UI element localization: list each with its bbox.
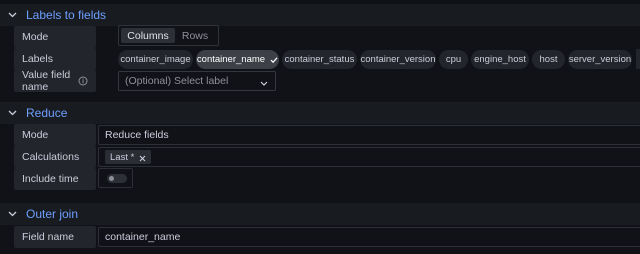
label-chip-host[interactable]: host	[532, 50, 565, 69]
reduce-mode-select[interactable]: Reduce fields	[98, 125, 640, 145]
value-field-label: Value field name	[14, 69, 96, 93]
section-title: Outer join	[26, 207, 79, 221]
chip-label: container_name	[196, 54, 266, 65]
chevron-down-icon	[7, 108, 17, 118]
chevron-down-icon	[7, 209, 17, 219]
field-name-select[interactable]: container_name	[98, 227, 640, 247]
labels-label: Labels	[14, 48, 96, 70]
include-time-switch-wrapper	[98, 168, 133, 188]
switch-knob	[109, 176, 114, 181]
include-time-row: Include time	[0, 168, 640, 190]
value-field-row: Value field name	[0, 69, 640, 93]
section-labels-to-fields-header[interactable]: Labels to fields	[0, 4, 640, 26]
mode-option-columns[interactable]: Columns	[121, 28, 175, 43]
chip-scroll-edge	[636, 49, 640, 69]
info-circle-icon[interactable]	[78, 76, 88, 86]
close-icon[interactable]	[139, 154, 146, 161]
include-time-switch[interactable]	[107, 174, 127, 183]
calculation-tag: Last *	[105, 150, 152, 164]
section-outer-join-header[interactable]: Outer join	[0, 203, 640, 225]
caret-down-icon	[260, 78, 268, 86]
value-field-placeholder: (Optional) Select label	[125, 75, 229, 87]
reduce-mode-label: Mode	[14, 124, 96, 146]
label-chip-server-version[interactable]: server_version	[568, 50, 632, 69]
mode-row: Mode Columns Rows	[0, 25, 640, 48]
section-title: Labels to fields	[26, 8, 107, 22]
label-chip-container-name[interactable]: container_name	[196, 50, 279, 69]
mode-label: Mode	[14, 26, 96, 48]
calculations-input[interactable]: Last *	[98, 147, 640, 167]
calculations-label: Calculations	[14, 146, 96, 168]
mode-option-rows[interactable]: Rows	[175, 28, 215, 43]
mode-radio-group: Columns Rows	[118, 25, 219, 46]
label-chip-container-version[interactable]: container_version	[360, 50, 436, 69]
calculation-tag-label: Last *	[110, 151, 135, 163]
section-title: Reduce	[26, 106, 68, 120]
chevron-down-icon	[7, 10, 17, 20]
section-reduce-header[interactable]: Reduce	[0, 102, 640, 124]
field-name-label: Field name	[14, 226, 96, 248]
value-field-select[interactable]: (Optional) Select label	[118, 71, 276, 91]
label-chip-engine-host[interactable]: engine_host	[471, 50, 529, 69]
label-chip-cpu[interactable]: cpu	[439, 50, 468, 69]
include-time-label: Include time	[14, 168, 96, 190]
check-icon	[270, 56, 278, 64]
label-chip-container-image[interactable]: container_image	[118, 50, 193, 69]
label-chip-container-status[interactable]: container_status	[282, 50, 357, 69]
